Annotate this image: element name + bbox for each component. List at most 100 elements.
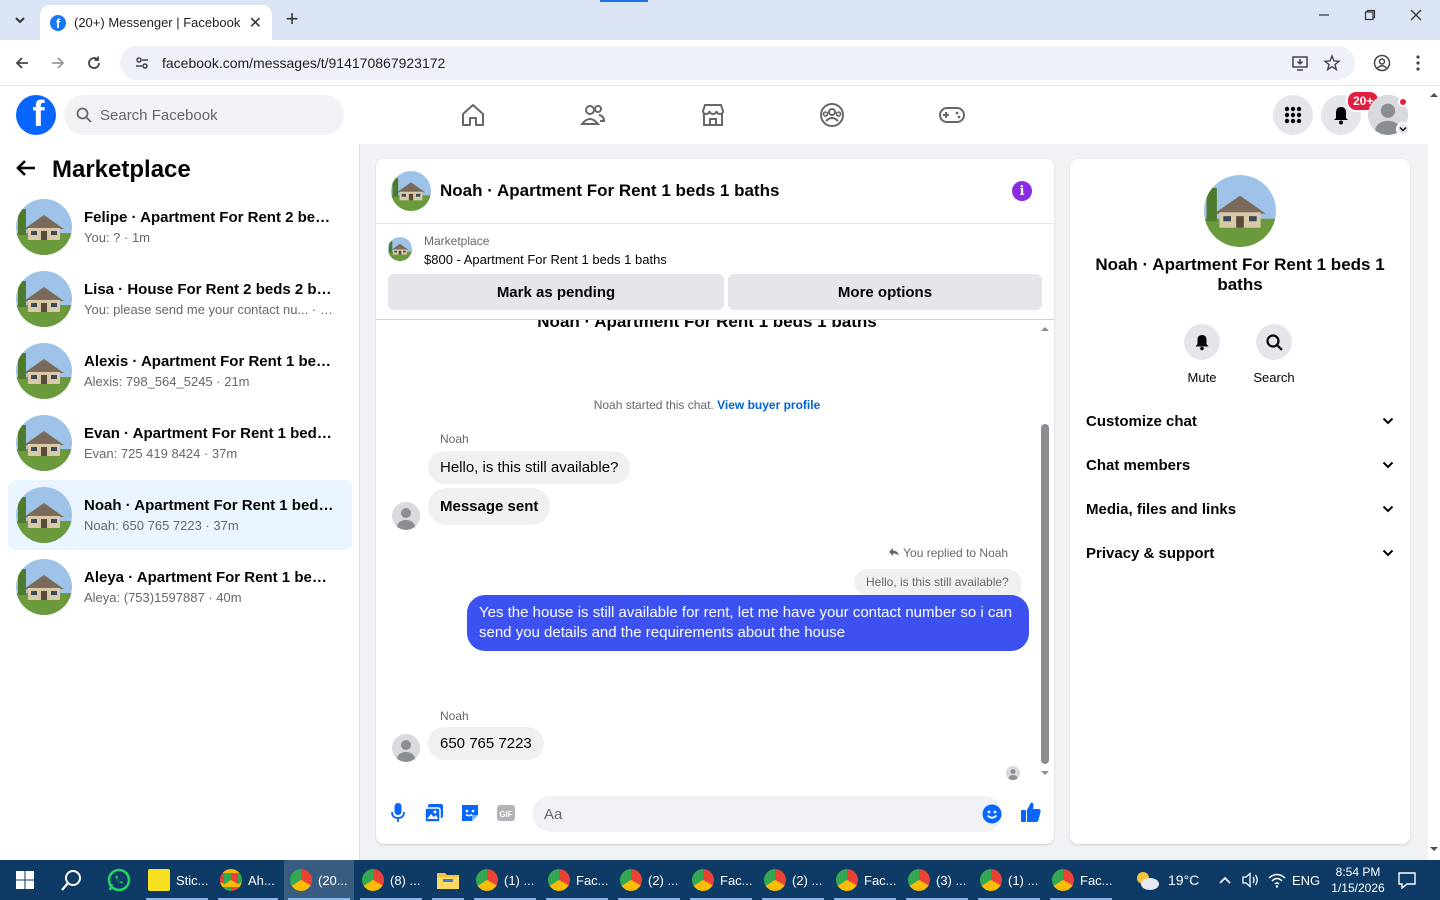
conversation-item[interactable]: Lisa · House For Rent 2 beds 2 bath You: … <box>8 264 352 334</box>
search-action[interactable]: Search <box>1244 324 1304 385</box>
taskbar-item[interactable]: (2) ... <box>614 860 684 900</box>
close-tab-icon[interactable]: ✕ <box>249 13 262 33</box>
chat-members-section[interactable]: Chat members <box>1078 443 1402 487</box>
view-buyer-profile-link[interactable]: View buyer profile <box>717 398 820 412</box>
conversation-preview: You: please send me your contact nu... ·… <box>84 302 334 317</box>
facebook-logo[interactable]: f <box>16 95 56 135</box>
mute-button[interactable] <box>1184 324 1220 360</box>
maximize-button[interactable] <box>1356 8 1384 26</box>
notification-center-button[interactable] <box>1398 860 1416 900</box>
page-scrollbar[interactable] <box>1428 86 1440 860</box>
tab-search-button[interactable] <box>6 7 34 33</box>
gif-button[interactable]: GIF <box>495 802 517 824</box>
quoted-message[interactable]: Hello, is this still available? <box>854 569 1021 595</box>
attach-media-button[interactable] <box>423 802 445 824</box>
start-button[interactable] <box>8 860 44 900</box>
like-button[interactable] <box>1020 801 1042 823</box>
message-input[interactable] <box>544 805 964 823</box>
sticker-button[interactable] <box>459 802 481 824</box>
search-in-chat-button[interactable] <box>1256 324 1292 360</box>
taskbar-item-label: Fac... <box>1080 872 1113 888</box>
voice-clip-button[interactable] <box>387 802 409 824</box>
conversation-item[interactable]: Alexis · Apartment For Rent 1 beds 1 bat… <box>8 336 352 406</box>
search-input[interactable] <box>100 106 320 124</box>
show-hidden-icons[interactable] <box>1218 860 1232 900</box>
chrome-menu-button[interactable] <box>1405 50 1431 76</box>
taskbar-item[interactable]: (3) ... <box>902 860 972 900</box>
chat-title[interactable]: Noah · Apartment For Rent 1 beds 1 baths <box>440 181 779 201</box>
back-arrow-icon[interactable] <box>16 157 36 183</box>
taskbar-item[interactable]: Fac... <box>542 860 612 900</box>
url-text[interactable]: facebook.com/messages/t/914170867923172 <box>162 55 445 71</box>
volume-button[interactable] <box>1242 860 1260 900</box>
clock[interactable]: 8:54 PM 1/15/2026 <box>1326 860 1390 900</box>
sender-avatar[interactable] <box>392 734 420 762</box>
nav-marketplace[interactable] <box>658 94 768 136</box>
address-bar[interactable]: facebook.com/messages/t/914170867923172 <box>120 46 1355 80</box>
bookmark-button[interactable] <box>1319 50 1345 76</box>
taskbar-item[interactable]: Stic... <box>142 860 212 900</box>
privacy-support-section[interactable]: Privacy & support <box>1078 531 1402 575</box>
conversation-item[interactable]: Aleya · Apartment For Rent 1 beds 1 bath… <box>8 552 352 622</box>
site-info-icon[interactable] <box>134 55 150 71</box>
weather-widget[interactable]: 19°C <box>1134 860 1199 900</box>
nav-gaming[interactable] <box>897 94 1007 136</box>
message-bubble[interactable]: 650 765 7223 <box>428 727 544 760</box>
chevron-down-icon[interactable] <box>1396 122 1410 136</box>
taskbar-item-active[interactable]: (20... <box>284 860 354 900</box>
taskbar-item[interactable]: Ah... <box>214 860 282 900</box>
sidebar-header: Marketplace <box>16 156 191 184</box>
nav-friends[interactable] <box>538 94 648 136</box>
back-button[interactable] <box>9 50 35 76</box>
scroll-down-icon[interactable] <box>1038 768 1052 778</box>
taskbar-item[interactable]: Fac... <box>830 860 900 900</box>
scroll-up-icon[interactable] <box>1428 90 1440 100</box>
listing-title[interactable]: $800 - Apartment For Rent 1 beds 1 baths <box>424 252 667 267</box>
nav-groups[interactable] <box>777 94 887 136</box>
media-files-links-section[interactable]: Media, files and links <box>1078 487 1402 531</box>
taskbar-whatsapp[interactable] <box>102 860 138 900</box>
mark-as-pending-button[interactable]: Mark as pending <box>388 274 724 310</box>
message-bubble[interactable]: Hello, is this still available? <box>428 451 631 484</box>
minimize-button[interactable] <box>1310 8 1338 26</box>
close-window-button[interactable] <box>1402 8 1430 26</box>
reload-button[interactable] <box>81 50 107 76</box>
menu-button[interactable] <box>1273 95 1313 135</box>
chat-info-avatar[interactable] <box>1204 175 1276 247</box>
taskbar-item[interactable]: (2) ... <box>758 860 828 900</box>
taskbar-item[interactable] <box>428 860 468 900</box>
profile-button[interactable] <box>1369 50 1395 76</box>
nav-home[interactable] <box>418 94 528 136</box>
chrome-icon <box>362 869 384 891</box>
message-input-wrapper[interactable] <box>532 796 1002 832</box>
scroll-up-icon[interactable] <box>1038 324 1052 334</box>
info-icon[interactable]: i <box>1012 181 1032 201</box>
scroll-down-icon[interactable] <box>1428 844 1440 854</box>
browser-tab-active[interactable]: f (20+) Messenger | Facebook ✕ <box>40 5 272 40</box>
mute-action[interactable]: Mute <box>1172 324 1232 385</box>
taskbar-item[interactable]: (1) ... <box>470 860 540 900</box>
windows-logo-icon <box>16 871 34 889</box>
message-bubble[interactable]: Message sent <box>428 488 551 525</box>
customize-chat-section[interactable]: Customize chat <box>1078 399 1402 443</box>
my-message-bubble[interactable]: Yes the house is still available for ren… <box>467 595 1029 651</box>
scrollbar-thumb[interactable] <box>1041 424 1049 764</box>
conversation-item[interactable]: Felipe · Apartment For Rent 2 beds 2 bat… <box>8 192 352 262</box>
language-indicator[interactable]: ENG <box>1292 860 1320 900</box>
taskbar-item[interactable]: (1) ... <box>974 860 1044 900</box>
sender-avatar[interactable] <box>392 502 420 530</box>
more-options-button[interactable]: More options <box>728 274 1042 310</box>
forward-button[interactable] <box>45 50 71 76</box>
facebook-search[interactable] <box>64 95 344 135</box>
conversation-item[interactable]: Evan · Apartment For Rent 1 beds 1 bath E… <box>8 408 352 478</box>
conversation-item-active[interactable]: Noah · Apartment For Rent 1 beds 1 baths… <box>8 480 352 550</box>
new-tab-button[interactable]: + <box>280 8 304 32</box>
taskbar-item[interactable]: Fac... <box>686 860 756 900</box>
chat-header[interactable]: Noah · Apartment For Rent 1 beds 1 baths <box>376 159 1054 224</box>
emoji-button[interactable] <box>981 803 1003 825</box>
install-app-button[interactable] <box>1287 50 1313 76</box>
network-button[interactable] <box>1268 860 1286 900</box>
taskbar-item[interactable]: (8) ... <box>356 860 426 900</box>
taskbar-item[interactable]: Fac... <box>1046 860 1116 900</box>
taskbar-search-button[interactable] <box>56 860 92 900</box>
